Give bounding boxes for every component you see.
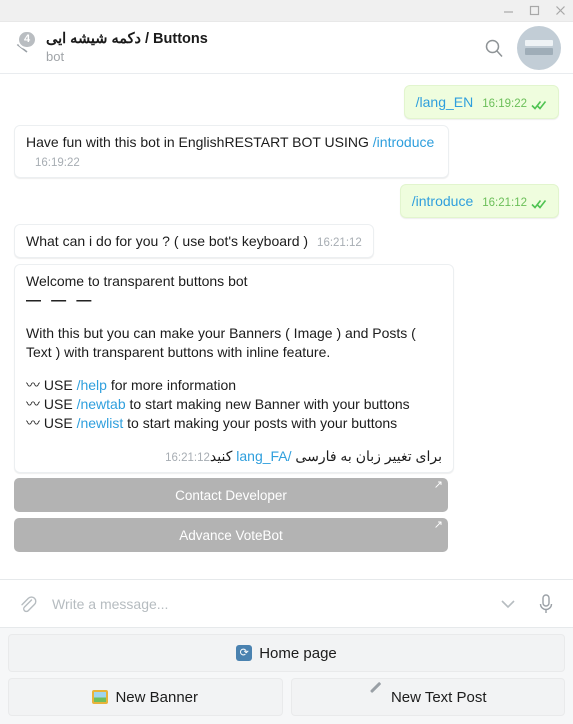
close-icon[interactable] — [547, 0, 573, 22]
chat-subtitle: bot — [46, 49, 65, 64]
window-titlebar — [0, 0, 573, 22]
inline-button-label: Advance VoteBot — [179, 527, 283, 543]
chat-title: دکمه شیشه ایی / Buttons — [46, 31, 208, 47]
inline-button-contact-developer[interactable]: Contact Developer ↗ — [14, 478, 448, 512]
reply-button-label: New Text Post — [390, 688, 487, 706]
reply-button-new-text-post[interactable]: New Text Post — [290, 678, 565, 716]
bullet-prefix: USE — [43, 377, 77, 393]
message-line-2-prefix: RESTART BOT USING — [224, 134, 373, 150]
welcome-spacer — [26, 310, 442, 324]
message-text: Have fun with this bot in EnglishRESTART… — [26, 134, 434, 150]
bullet-prefix: USE — [43, 396, 77, 412]
maximize-icon[interactable] — [521, 0, 547, 22]
chevron-down-icon[interactable] — [495, 591, 521, 617]
message-list[interactable]: /lang_EN 16:19:22 Have fun with this bot … — [0, 74, 573, 579]
message-input-bar — [0, 579, 573, 627]
message-time: 16:19:22 — [35, 157, 80, 169]
chat-header: 4 دکمه شیشه ایی / Buttons bot — [0, 22, 573, 74]
message-meta: 16:21:12 — [165, 449, 210, 468]
welcome-paragraph: With this but you can make your Banners … — [26, 325, 416, 360]
message-time: 16:21:12 — [165, 452, 210, 464]
message-bubble-welcome[interactable]: Welcome to transparent buttons bot — — —… — [14, 264, 454, 473]
command-link[interactable]: /introduce — [412, 193, 473, 209]
command-link[interactable]: /introduce — [373, 134, 434, 150]
reply-keyboard-row: ⟳ Home page — [8, 634, 565, 672]
command-link[interactable]: /newtab — [77, 396, 126, 412]
message-row: What can i do for you ? ( use bot's keyb… — [0, 221, 573, 261]
wavy-dash-icon: 〰 — [26, 396, 40, 412]
welcome-bullet-1: 〰 USE /help for more information — [26, 376, 442, 395]
command-link[interactable]: /help — [77, 377, 107, 393]
microphone-icon[interactable] — [533, 591, 559, 617]
external-link-icon: ↗ — [433, 479, 443, 491]
message-time: 16:21:12 — [317, 237, 362, 249]
search-icon[interactable] — [481, 35, 507, 61]
reply-keyboard-row: New Banner New Text Post — [8, 678, 565, 716]
read-ticks-icon — [531, 100, 547, 110]
back-button[interactable]: 4 — [6, 28, 40, 68]
message-time: 16:21:12 — [482, 197, 527, 209]
telegram-window: 4 دکمه شیشه ایی / Buttons bot /lang_EN 16… — [0, 0, 573, 724]
message-row: Have fun with this bot in EnglishRESTART… — [0, 122, 573, 181]
message-meta: 16:19:22 — [482, 95, 547, 114]
bullet-suffix: for more information — [106, 377, 237, 393]
wavy-dash-icon: 〰 — [26, 377, 40, 393]
inline-keyboard: Contact Developer ↗ Advance VoteBot ↗ — [0, 476, 573, 552]
image-icon — [92, 690, 109, 704]
message-row: /introduce 16:21:12 — [0, 181, 573, 221]
reply-button-label: Home page — [259, 644, 337, 662]
avatar[interactable] — [517, 25, 561, 70]
message-row: Welcome to transparent buttons bot — — —… — [0, 261, 573, 476]
minimize-icon[interactable] — [495, 0, 521, 22]
pen-icon — [369, 690, 384, 705]
read-ticks-icon — [531, 199, 547, 209]
refresh-icon: ⟳ — [236, 645, 253, 661]
external-link-icon: ↗ — [433, 519, 443, 531]
reply-button-label: New Banner — [115, 688, 199, 706]
bullet-suffix: to start making your posts with your but… — [123, 415, 398, 431]
welcome-divider: — — — — [26, 292, 95, 309]
message-bubble-incoming[interactable]: Have fun with this bot in EnglishRESTART… — [14, 125, 449, 178]
inline-button-label: Contact Developer — [175, 487, 287, 503]
chat-title-block[interactable]: دکمه شیشه ایی / Buttons bot — [40, 30, 481, 65]
welcome-bullet-2: 〰 USE /newtab to start making new Banner… — [26, 395, 442, 414]
message-input[interactable] — [52, 595, 483, 612]
rtl-after: کنید — [209, 448, 237, 464]
bullet-suffix: to start making new Banner with your but… — [125, 396, 410, 412]
paperclip-icon[interactable] — [14, 591, 40, 617]
command-link[interactable]: /newlist — [77, 415, 124, 431]
message-bubble-incoming[interactable]: What can i do for you ? ( use bot's keyb… — [14, 224, 374, 258]
welcome-spacer-3 — [26, 433, 442, 447]
reply-keyboard: ⟳ Home page New Banner New Text Post — [0, 627, 573, 724]
message-meta: 16:21:12 — [317, 234, 362, 253]
message-time: 16:19:22 — [482, 98, 527, 110]
avatar-detail-bottom — [525, 48, 553, 55]
unread-badge: 4 — [17, 29, 38, 49]
message-meta: 16:19:22 — [35, 154, 80, 173]
command-link[interactable]: /lang_FA — [236, 448, 291, 464]
wavy-dash-icon: 〰 — [26, 415, 40, 431]
message-text: /lang_EN — [416, 94, 474, 110]
message-line-1: Have fun with this bot in English — [26, 134, 225, 150]
welcome-rtl-line: برای تغییر زبان به فارسی /lang_FA کنید 16… — [26, 447, 442, 466]
reply-button-home-page[interactable]: ⟳ Home page — [8, 634, 565, 672]
message-text: What can i do for you ? ( use bot's keyb… — [26, 233, 309, 249]
message-meta: 16:21:12 — [482, 194, 547, 213]
command-link[interactable]: /lang_EN — [416, 94, 474, 110]
bullet-prefix: USE — [43, 415, 77, 431]
message-bubble-outgoing[interactable]: /introduce 16:21:12 — [399, 184, 559, 218]
message-text: /introduce — [412, 193, 473, 209]
message-bubble-outgoing[interactable]: /lang_EN 16:19:22 — [403, 85, 559, 119]
welcome-spacer-2 — [26, 362, 442, 376]
header-actions — [481, 25, 561, 70]
rtl-before: برای تغییر زبان به فارسی — [291, 448, 442, 464]
message-line-2: RESTART BOT USING /introduce — [224, 134, 434, 150]
inline-button-advance-votebot[interactable]: Advance VoteBot ↗ — [14, 518, 448, 552]
welcome-bullet-3: 〰 USE /newlist to start making your post… — [26, 414, 442, 433]
welcome-title: Welcome to transparent buttons bot — [26, 273, 248, 289]
reply-button-new-banner[interactable]: New Banner — [8, 678, 283, 716]
message-row: /lang_EN 16:19:22 — [0, 82, 573, 122]
avatar-detail-top — [525, 40, 553, 46]
